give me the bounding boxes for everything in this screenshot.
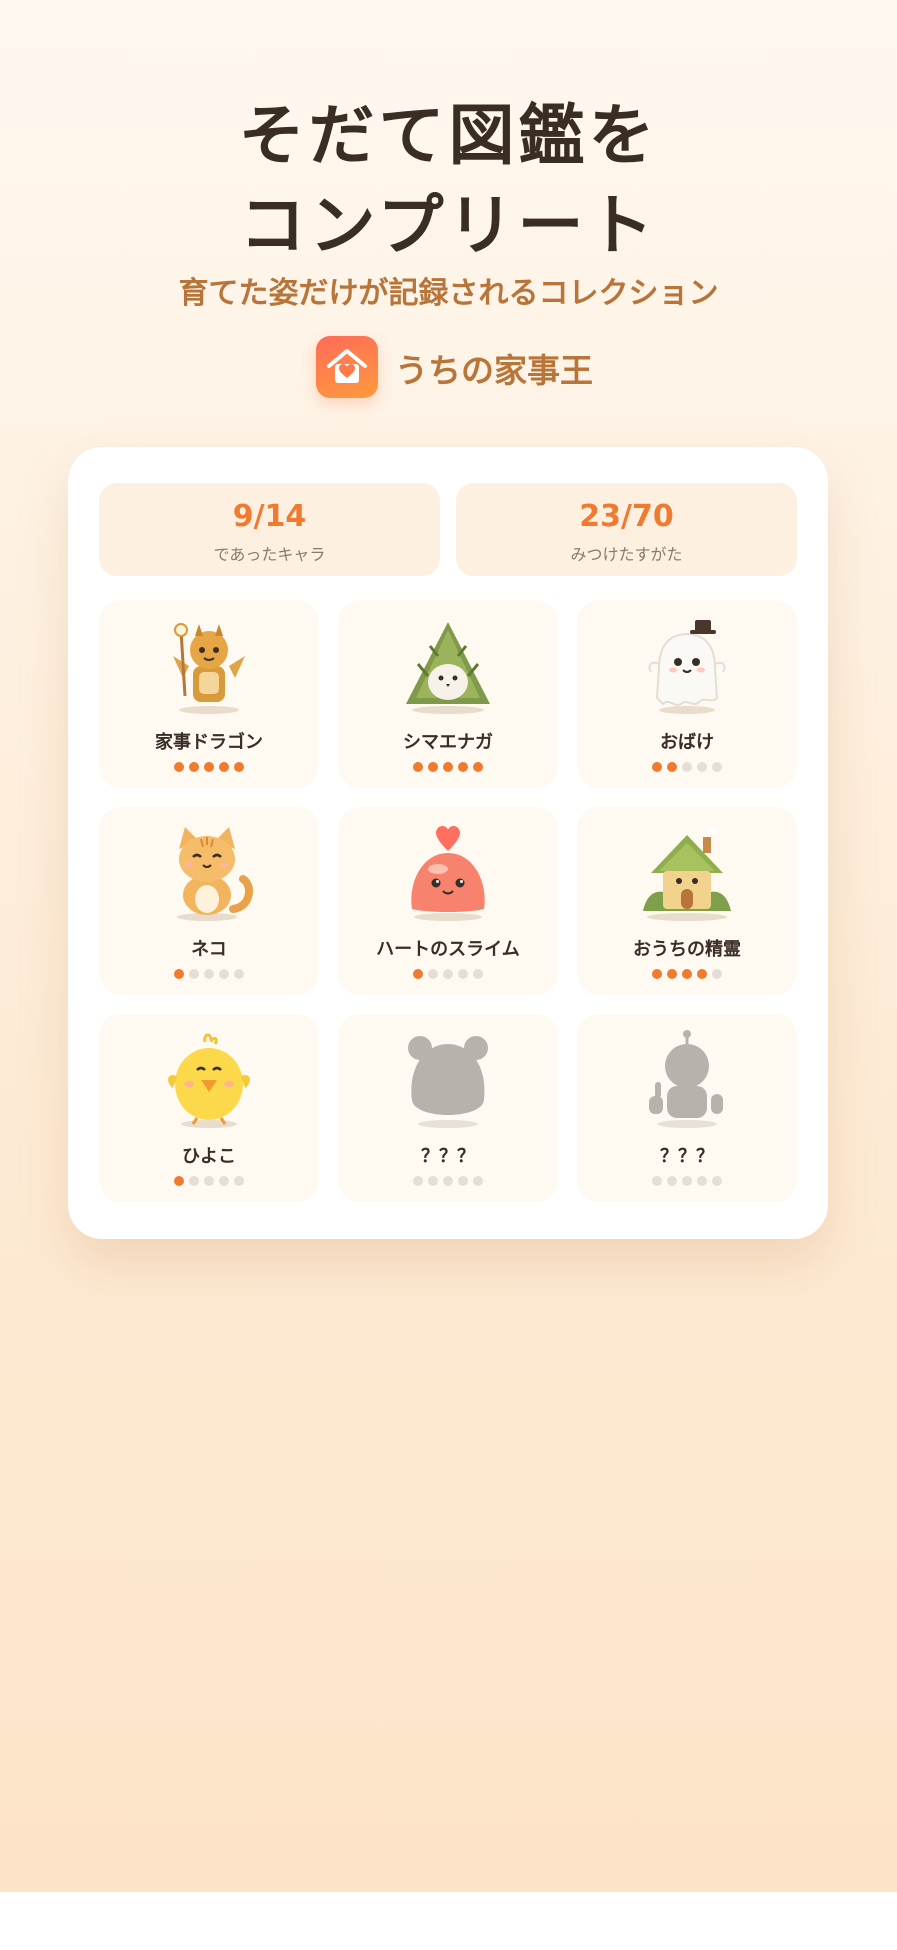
growth-dot-filled [174,762,184,772]
growth-dot-empty [473,1176,483,1186]
growth-dot-empty [682,1176,692,1186]
chick-icon [159,1030,259,1130]
headline-line-2: コンプリート [239,187,658,264]
growth-dot-filled [413,969,423,979]
stat-characters-met: 9/14 であったキャラ [99,483,440,576]
character-name: おうちの精霊 [633,939,741,960]
character-tile-shimaenaga[interactable]: シマエナガ [338,600,558,788]
app-name: うちの家事王 [395,351,593,390]
character-name: おばけ [660,732,714,753]
growth-dot-empty [697,762,707,772]
growth-dot-filled [428,762,438,772]
growth-dot-empty [712,762,722,772]
growth-dot-filled [204,762,214,772]
growth-dot-filled [458,762,468,772]
ghost-icon [637,616,737,716]
house-heart-icon [316,336,378,398]
dragon-knight-icon [159,616,259,716]
growth-dot-empty [473,969,483,979]
growth-dots [99,762,319,772]
stat-label: であったキャラ [213,545,326,564]
subtitle: 育てた姿だけが記録されるコレクション [178,276,719,311]
growth-dot-empty [428,969,438,979]
character-tile-kaji-dragon[interactable]: 家事ドラゴン [99,600,319,788]
growth-dot-filled [174,1176,184,1186]
growth-dots [338,762,558,772]
character-tile-locked-1[interactable]: ？？？ [338,1014,558,1202]
growth-dot-filled [473,762,483,772]
stat-value: 9/14 [232,499,307,534]
growth-dot-empty [458,969,468,979]
growth-dot-empty [443,969,453,979]
house-spirit-icon [637,823,737,923]
headline-line-1: そだて図鑑を [238,97,659,174]
growth-dots [577,1176,797,1186]
stat-forms-found: 23/70 みつけたすがた [456,483,797,576]
growth-dot-empty [234,1176,244,1186]
growth-dot-empty [413,1176,423,1186]
growth-dot-filled [667,762,677,772]
growth-dots [577,762,797,772]
growth-dot-empty [682,762,692,772]
character-tile-neko[interactable]: ネコ [99,807,319,995]
growth-dot-filled [189,762,199,772]
growth-dot-empty [234,969,244,979]
growth-dot-empty [189,1176,199,1186]
growth-dot-filled [413,762,423,772]
character-tile-hiyoko[interactable]: ひよこ [99,1014,319,1202]
brand-row: うちの家事王 [0,336,897,400]
growth-dot-filled [174,969,184,979]
growth-dot-empty [204,1176,214,1186]
growth-dots [338,969,558,979]
growth-dot-filled [652,762,662,772]
stat-label: みつけたすがた [570,545,683,564]
growth-dot-filled [682,969,692,979]
heart-slime-icon [398,823,498,923]
growth-dots [99,969,319,979]
growth-dot-empty [219,969,229,979]
character-tile-locked-2[interactable]: ？？？ [577,1014,797,1202]
growth-dot-filled [443,762,453,772]
character-tile-heart-slime[interactable]: ハートのスライム [338,807,558,995]
locked-robot-silhouette-icon [637,1030,737,1130]
growth-dot-filled [234,762,244,772]
growth-dot-empty [667,1176,677,1186]
growth-dots [577,969,797,979]
growth-dot-empty [712,969,722,979]
growth-dot-filled [697,969,707,979]
character-name: ネコ [191,939,227,960]
growth-dot-empty [712,1176,722,1186]
stat-value: 23/70 [579,499,674,534]
growth-dot-filled [219,762,229,772]
growth-dot-empty [652,1176,662,1186]
character-name: シマエナガ [403,732,493,753]
growth-dot-empty [219,1176,229,1186]
growth-dot-empty [443,1176,453,1186]
character-name: ハートのスライム [376,939,520,960]
character-tile-obake[interactable]: おばけ [577,600,797,788]
character-name: ？？？ [660,1146,714,1167]
locked-hamster-silhouette-icon [398,1030,498,1130]
character-name: ひよこ [182,1146,236,1167]
collection-card: 9/14 であったキャラ 23/70 みつけたすがた 家事ドラゴン シマエナガ … [68,447,828,1239]
character-name: 家事ドラゴン [155,732,263,753]
growth-dot-empty [697,1176,707,1186]
growth-dot-empty [458,1176,468,1186]
growth-dot-empty [204,969,214,979]
cat-icon [159,823,259,923]
growth-dot-filled [667,969,677,979]
character-name: ？？？ [421,1146,475,1167]
growth-dots [99,1176,319,1186]
growth-dot-empty [189,969,199,979]
character-tile-house-spirit[interactable]: おうちの精霊 [577,807,797,995]
growth-dot-filled [652,969,662,979]
growth-dot-empty [428,1176,438,1186]
growth-dots [338,1176,558,1186]
leafy-bird-icon [398,616,498,716]
